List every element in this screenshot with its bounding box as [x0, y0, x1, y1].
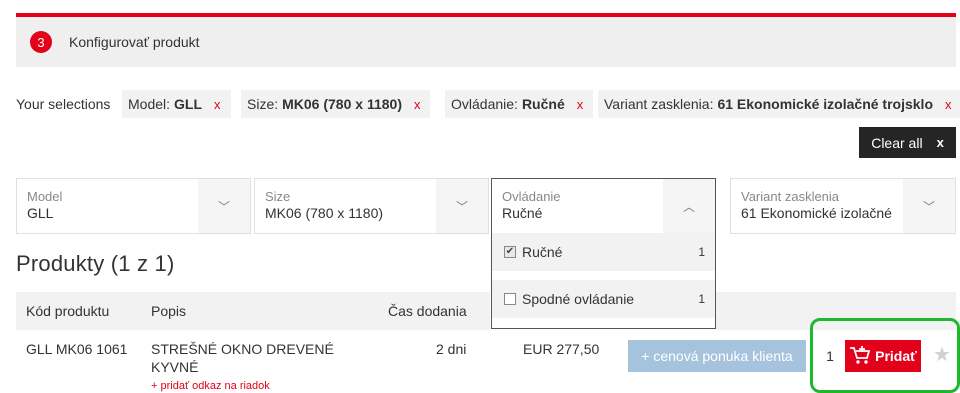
client-quote-button[interactable]: + cenová ponuka klienta — [628, 340, 806, 372]
selection-chip-variant: Variant zasklenia: 61 Ekonomické izolačn… — [598, 90, 960, 118]
filter-variant[interactable]: Variant zasklenia 61 Ekonomické izolačné… — [730, 178, 956, 234]
clear-all-label: Clear all — [871, 134, 923, 151]
chevron-down-icon[interactable]: ﹀ — [903, 179, 955, 233]
add-to-cart-button[interactable]: Pridať — [845, 340, 921, 372]
product-desc-line2: KYVNÉ — [151, 359, 199, 375]
table-header: Kód produktu Popis Čas dodania — [16, 292, 490, 330]
chip-value: 61 Ekonomické izolačné trojsklo — [717, 96, 933, 112]
column-header-desc: Popis — [151, 303, 187, 319]
filter-label: Model — [27, 189, 63, 204]
step-number-badge: 3 — [30, 31, 52, 53]
dropdown-option-spodne[interactable]: Spodné ovládanie 1 — [492, 280, 715, 318]
filter-value: GLL — [27, 205, 54, 221]
product-desc-line1: STREŠNÉ OKNO DREVENÉ — [151, 341, 334, 357]
chip-key: Model: — [128, 96, 171, 112]
checkbox-icon[interactable] — [504, 293, 516, 305]
option-label: Ručné — [522, 244, 563, 260]
filter-label: Ovládanie — [502, 189, 561, 204]
product-price: EUR 277,50 — [523, 341, 600, 357]
chip-key: Variant zasklenia: — [604, 96, 714, 112]
filter-label: Size — [265, 189, 291, 204]
filter-ovladanie[interactable]: Ovládanie Ručné ︿ — [491, 178, 716, 234]
checkbox-icon[interactable]: ✔ — [504, 246, 516, 258]
chevron-up-icon[interactable]: ︿ — [663, 179, 715, 234]
close-icon: x — [936, 135, 944, 150]
filter-value: 61 Ekonomické izolačné — [741, 205, 892, 221]
star-icon[interactable]: ★ — [933, 342, 951, 367]
products-heading: Produkty (1 z 1) — [16, 251, 175, 276]
cart-add-icon — [849, 345, 871, 368]
remove-icon[interactable]: x — [214, 97, 221, 112]
step-header[interactable]: 3 Konfigurovať produkt — [16, 17, 956, 67]
column-header-code: Kód produktu — [26, 303, 110, 319]
selection-chip-ovladanie: Ovládanie: Ručné x — [445, 90, 594, 118]
chip-key: Ovládanie: — [451, 96, 518, 112]
ovladanie-dropdown: ✔ Ručné 1 Spodné ovládanie 1 — [491, 233, 716, 329]
delivery-time: 2 dni — [436, 341, 467, 357]
chip-value: MK06 (780 x 1180) — [282, 96, 402, 112]
filter-model[interactable]: Model GLL ﹀ — [16, 178, 251, 234]
add-line-note-link[interactable]: + pridať odkaz na riadok — [151, 380, 270, 392]
product-code: GLL MK06 1061 — [26, 341, 128, 357]
filter-value: MK06 (780 x 1180) — [265, 205, 384, 221]
step-title: Konfigurovať produkt — [69, 34, 200, 50]
option-label: Spodné ovládanie — [522, 291, 635, 307]
chip-value: Ručné — [521, 96, 565, 112]
filter-size[interactable]: Size MK06 (780 x 1180) ﹀ — [254, 178, 489, 234]
your-selections-label: Your selections — [16, 96, 111, 112]
remove-icon[interactable]: x — [577, 97, 584, 112]
option-count: 1 — [698, 245, 705, 259]
selection-chip-size: Size: MK06 (780 x 1180) x — [241, 90, 431, 118]
clear-all-button[interactable]: Clear all x — [859, 127, 956, 158]
option-count: 1 — [698, 292, 705, 306]
chevron-down-icon[interactable]: ﹀ — [198, 179, 250, 233]
chip-key: Size: — [247, 96, 279, 112]
quantity-input[interactable]: 1 — [815, 340, 845, 372]
filter-value: Ručné — [502, 205, 543, 221]
dropdown-option-rucne[interactable]: ✔ Ručné 1 — [492, 233, 715, 271]
filter-label: Variant zasklenia — [741, 189, 840, 204]
chip-value: GLL — [174, 96, 203, 112]
add-button-label: Pridať — [875, 348, 917, 364]
chevron-down-icon[interactable]: ﹀ — [436, 179, 488, 233]
selection-chip-model: Model: GLL x — [122, 90, 231, 118]
remove-icon[interactable]: x — [414, 97, 421, 112]
remove-icon[interactable]: x — [945, 97, 952, 112]
column-header-delivery: Čas dodania — [388, 303, 467, 319]
